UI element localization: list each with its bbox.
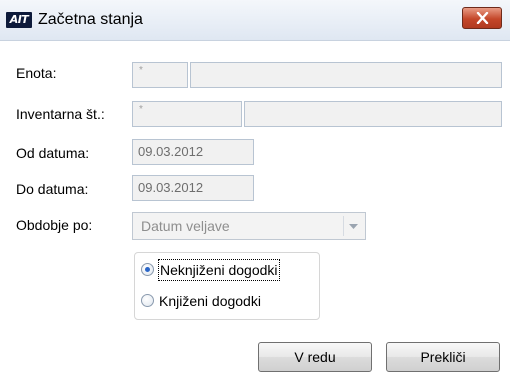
close-icon — [476, 12, 489, 24]
inventarna-name-field[interactable] — [244, 101, 502, 127]
dialog-window: AIT Začetna stanja Enota: * Inventarna š… — [0, 0, 510, 373]
inventarna-code-field[interactable]: * — [132, 101, 242, 127]
radio-button-checked-icon[interactable] — [141, 263, 154, 276]
app-logo-icon: AIT — [6, 12, 32, 28]
enota-label: Enota: — [16, 65, 57, 81]
radio-knjizeni-label[interactable]: Knjiženi dogodki — [159, 291, 261, 311]
close-button[interactable] — [462, 7, 502, 29]
do-datuma-label: Do datuma: — [16, 181, 89, 197]
enota-name-field[interactable] — [190, 62, 502, 88]
chevron-down-icon — [349, 224, 358, 229]
window-title: Začetna stanja — [38, 11, 143, 28]
cancel-button[interactable]: Prekliči — [386, 342, 500, 372]
od-datuma-label: Od datuma: — [16, 145, 90, 161]
obdobje-selected-value: Datum veljave — [141, 218, 230, 234]
ok-button[interactable]: V redu — [258, 342, 372, 372]
obdobje-select[interactable]: Datum veljave — [132, 212, 366, 240]
obdobje-label: Obdobje po: — [16, 217, 93, 233]
enota-code-field[interactable]: * — [132, 62, 188, 88]
event-type-group: Neknjiženi dogodki Knjiženi dogodki — [134, 252, 320, 320]
dropdown-button[interactable] — [343, 216, 363, 236]
od-datuma-field[interactable]: 09.03.2012 — [132, 139, 254, 165]
title-bar: AIT Začetna stanja — [0, 0, 510, 41]
radio-button-icon[interactable] — [141, 294, 154, 307]
do-datuma-field[interactable]: 09.03.2012 — [132, 175, 254, 201]
inventarna-label: Inventarna št.: — [16, 106, 105, 122]
radio-neknjizeni-label[interactable]: Neknjiženi dogodki — [158, 259, 280, 281]
